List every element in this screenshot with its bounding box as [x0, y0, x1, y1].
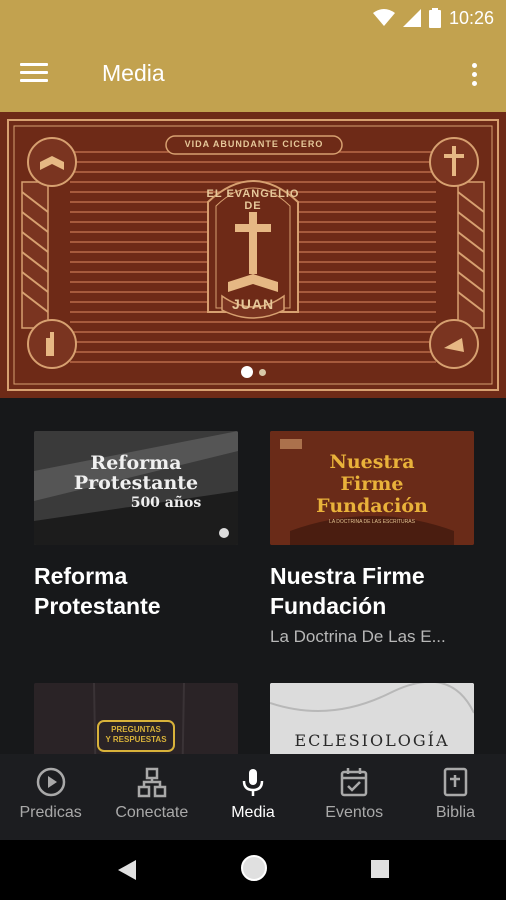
thumbnail-text-line: Y RESPUESTAS [105, 735, 167, 744]
network-icon [137, 767, 167, 798]
title-line: Protestante [34, 593, 161, 619]
more-options-icon[interactable] [462, 58, 486, 90]
thumbnail-text-line: Firme [340, 473, 404, 495]
thumbnail-title: ECLESIOLOGÍA [294, 731, 450, 750]
banner-artwork [0, 112, 506, 398]
battery-icon [428, 8, 441, 28]
carousel-dot[interactable] [258, 368, 266, 376]
nav-item-conectate[interactable]: Conectate [101, 754, 202, 840]
hamburger-menu-icon[interactable] [20, 58, 60, 90]
media-card[interactable]: Reforma Protestante 500 años Reforma Pro… [34, 431, 238, 621]
nav-label: Biblia [435, 804, 475, 821]
nav-label: Predicas [19, 804, 82, 821]
page-title: Media [102, 60, 165, 86]
nav-item-media[interactable]: Media [202, 754, 303, 840]
nav-label: Conectate [115, 804, 189, 821]
carousel-dot-active[interactable] [240, 366, 253, 378]
title-line: Fundación [270, 593, 387, 619]
system-navigation-bar [0, 840, 506, 900]
home-icon[interactable] [240, 854, 268, 882]
media-thumbnail[interactable]: Nuestra Firme Fundación LA DOCTRINA DE L… [270, 431, 474, 545]
calendar-check-icon [340, 768, 368, 797]
recents-icon[interactable] [370, 859, 390, 879]
carousel-indicators [0, 366, 506, 378]
thumbnail-text-line: LA DOCTRINA DE LAS ESCRITURAS [329, 519, 415, 525]
media-card-title[interactable]: Nuestra Firme Fundación [270, 561, 474, 621]
nav-label: Media [231, 804, 275, 821]
media-card-subtitle: La Doctrina De Las E... [270, 627, 446, 646]
thumbnail-text-line: 500 años [130, 495, 202, 511]
media-card[interactable]: Nuestra Firme Fundación LA DOCTRINA DE L… [270, 431, 474, 647]
status-time: 10:26 [448, 7, 494, 28]
status-bar: 10:26 [0, 0, 506, 36]
wifi-icon [372, 9, 395, 26]
nav-item-predicas[interactable]: Predicas [0, 754, 101, 840]
media-thumbnail[interactable]: ECLESIOLOGÍA [270, 683, 474, 754]
status-icons: 10:26 [372, 6, 494, 30]
media-card-title[interactable]: Reforma Protestante [34, 561, 238, 621]
title-line: Reforma [34, 563, 128, 589]
media-thumbnail[interactable]: Reforma Protestante 500 años [34, 431, 238, 545]
thumbnail-title: Nuestra Firme Fundación LA DOCTRINA DE L… [270, 451, 474, 527]
thumbnail-text-line: Fundación [316, 495, 428, 517]
microphone-icon [242, 769, 264, 796]
thumbnail-text-line: Protestante [73, 472, 199, 494]
thumbnail-title: Reforma Protestante 500 años [34, 453, 238, 513]
banner-carousel[interactable]: VIDA ABUNDANTE CICERO EL EVANGELIO DE JU… [0, 112, 506, 398]
thumbnail-title: PREGUNTAS Y RESPUESTAS [98, 725, 174, 745]
nav-item-biblia[interactable]: Biblia [405, 754, 506, 840]
banner-arc-text: EL EVANGELIO DE [206, 188, 300, 212]
thumbnail-text-line: Reforma [90, 452, 182, 474]
media-card[interactable]: ECLESIOLOGÍA [270, 683, 474, 754]
bottom-navigation: Predicas Conectate Media Eventos Biblia [0, 754, 506, 840]
banner-bottom-text: JUAN [231, 296, 275, 312]
title-line: Nuestra Firme [270, 563, 425, 589]
media-grid: Reforma Protestante 500 años Reforma Pro… [0, 398, 506, 754]
back-icon[interactable] [116, 858, 138, 882]
thumbnail-text-line: PREGUNTAS [111, 725, 161, 734]
thumbnail-text-line: Nuestra [329, 451, 415, 473]
play-circle-icon [36, 767, 65, 797]
nav-item-eventos[interactable]: Eventos [304, 754, 405, 840]
banner-top-label: VIDA ABUNDANTE CICERO [184, 139, 324, 149]
app-bar: Media [0, 36, 506, 112]
media-card[interactable]: PREGUNTAS Y RESPUESTAS [34, 683, 238, 754]
nav-label: Eventos [325, 804, 384, 821]
media-thumbnail[interactable]: PREGUNTAS Y RESPUESTAS [34, 683, 238, 754]
cell-signal-icon [402, 9, 421, 27]
bible-icon [444, 767, 468, 797]
